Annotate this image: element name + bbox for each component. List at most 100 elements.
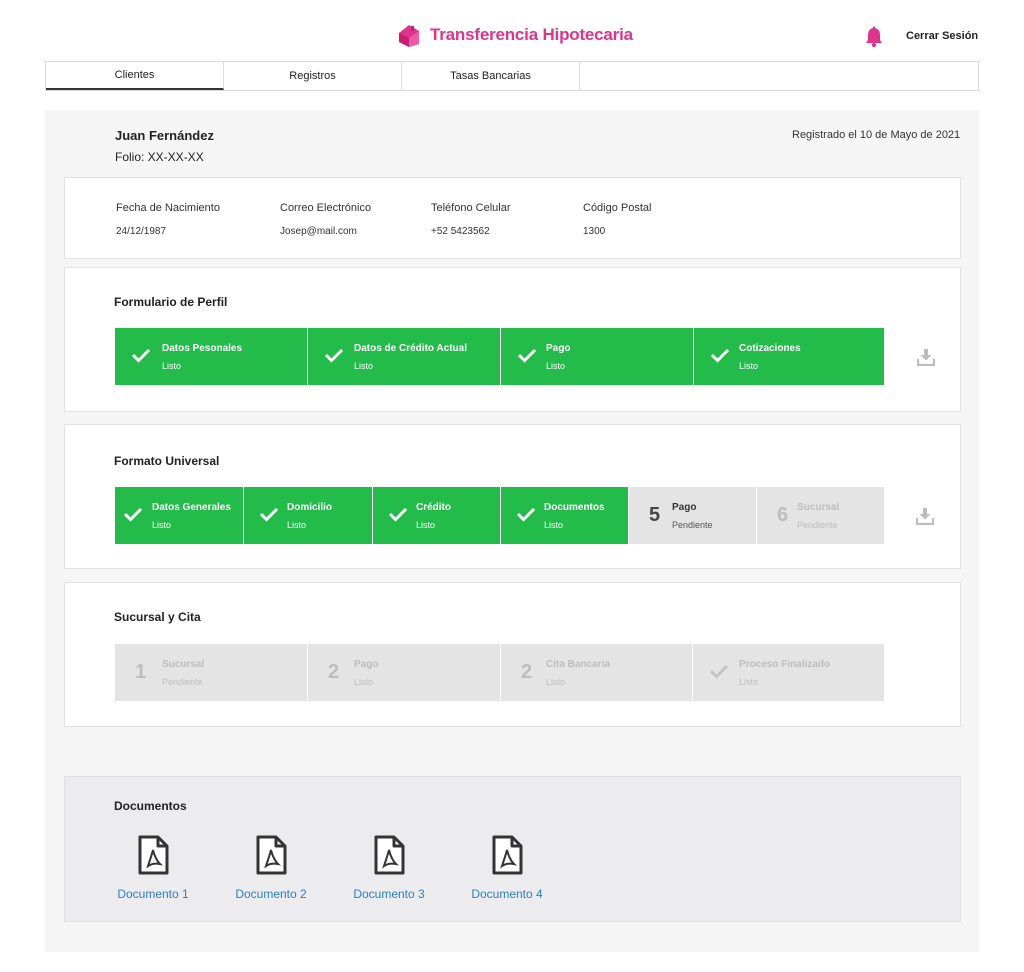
- download-icon[interactable]: [916, 507, 934, 525]
- info-label: Código Postal: [583, 202, 652, 214]
- universal-step-documentos[interactable]: Documentos Listo: [500, 487, 628, 544]
- main-tabs: Clientes Registros Tasas Bancarias: [45, 61, 979, 91]
- perfil-steps: Datos Pesonales Listo Datos de Crédito A…: [115, 328, 884, 385]
- registration-date: Registrado el 10 de Mayo de 2021: [792, 129, 961, 141]
- cita-title: Sucursal y Cita: [114, 610, 201, 624]
- perfil-title: Formulario de Perfil: [114, 295, 228, 309]
- document-link[interactable]: Documento 3: [349, 887, 429, 901]
- step-status: Listo: [416, 520, 436, 530]
- check-icon: [388, 507, 408, 522]
- info-birthdate: Fecha de Nacimiento 24/12/1987: [116, 202, 220, 237]
- app-header: Transferencia Hipotecaria Cerrar Sesión: [0, 0, 1024, 62]
- check-icon: [709, 664, 729, 679]
- pdf-file-icon: [256, 835, 287, 875]
- universal-title: Formato Universal: [114, 454, 220, 468]
- step-title: Proceso Finalizado: [739, 659, 831, 670]
- cita-step-sucursal[interactable]: 1 Sucursal Pendiente: [115, 644, 307, 701]
- step-status: Listo: [354, 361, 374, 371]
- perfil-step-datos-credito[interactable]: Datos de Crédito Actual Listo: [307, 328, 500, 385]
- universal-step-domicilio[interactable]: Domicilio Listo: [243, 487, 372, 544]
- client-folio: Folio: XX-XX-XX: [115, 150, 204, 164]
- step-title: Crédito: [416, 502, 451, 513]
- step-title: Datos de Crédito Actual: [354, 343, 467, 354]
- cita-step-pago[interactable]: 2 Pago Listo: [307, 644, 500, 701]
- download-icon[interactable]: [917, 348, 935, 366]
- info-label: Teléfono Celular: [431, 202, 511, 214]
- step-status: Pendiente: [797, 520, 838, 530]
- step-title: Datos Pesonales: [162, 343, 243, 354]
- step-status: Listo: [354, 677, 374, 687]
- step-title: Datos Generales: [152, 502, 231, 513]
- step-number: 2: [328, 661, 340, 683]
- step-status: Listo: [162, 361, 182, 371]
- universal-steps: Datos Generales Listo Domicilio Listo Cr…: [115, 487, 884, 544]
- tab-registros[interactable]: Registros: [224, 62, 402, 90]
- universal-step-sucursal[interactable]: 6 Sucursal Pendiente: [756, 487, 884, 544]
- document-item[interactable]: Documento 4: [467, 835, 547, 901]
- pdf-file-icon: [492, 835, 523, 875]
- client-info-card: Fecha de Nacimiento 24/12/1987 Correo El…: [64, 177, 961, 259]
- perfil-step-pago[interactable]: Pago Listo: [500, 328, 693, 385]
- info-value: Josep@mail.com: [280, 226, 357, 237]
- step-number: 2: [521, 661, 533, 683]
- perfil-step-datos-personales[interactable]: Datos Pesonales Listo: [115, 328, 307, 385]
- step-status: Pendiente: [162, 677, 203, 687]
- universal-step-pago[interactable]: 5 Pago Pendiente: [628, 487, 756, 544]
- document-item[interactable]: Documento 2: [231, 835, 311, 901]
- house-icon: [399, 25, 419, 47]
- step-number: 5: [649, 504, 661, 526]
- check-icon: [516, 507, 536, 522]
- perfil-step-cotizaciones[interactable]: Cotizaciones Listo: [693, 328, 884, 385]
- step-status: Listo: [739, 677, 759, 687]
- info-value: 1300: [583, 226, 606, 237]
- app-logo[interactable]: Transferencia Hipotecaria: [396, 22, 633, 48]
- info-label: Correo Electrónico: [280, 202, 372, 214]
- info-email: Correo Electrónico Josep@mail.com: [280, 202, 371, 237]
- step-title: Sucursal: [162, 659, 205, 670]
- pdf-file-icon: [374, 835, 405, 875]
- document-link[interactable]: Documento 4: [467, 887, 547, 901]
- info-value: 24/12/1987: [116, 226, 167, 237]
- cita-steps: 1 Sucursal Pendiente 2 Pago Listo 2 Cita…: [115, 644, 884, 701]
- documents-panel: Documentos Documento 1 Documento 2 Docum…: [64, 776, 961, 922]
- tab-clientes[interactable]: Clientes: [46, 62, 224, 90]
- step-title: Pago: [354, 659, 379, 670]
- document-link[interactable]: Documento 2: [231, 887, 311, 901]
- document-item[interactable]: Documento 3: [349, 835, 429, 901]
- document-link[interactable]: Documento 1: [113, 887, 193, 901]
- info-phone: Teléfono Celular +52 5423562: [431, 202, 511, 237]
- step-title: Pago: [672, 502, 697, 513]
- check-icon: [259, 507, 279, 522]
- step-status: Listo: [546, 361, 566, 371]
- cita-step-proceso-finalizado[interactable]: Proceso Finalizado Listo: [692, 644, 884, 701]
- check-icon: [123, 507, 143, 522]
- pdf-file-icon: [138, 835, 169, 875]
- tab-tasas-bancarias[interactable]: Tasas Bancarias: [402, 62, 580, 90]
- step-status: Pendiente: [672, 520, 713, 530]
- document-item[interactable]: Documento 1: [113, 835, 193, 901]
- documents-title: Documentos: [114, 799, 187, 813]
- universal-step-datos-generales[interactable]: Datos Generales Listo: [115, 487, 243, 544]
- logout-button[interactable]: Cerrar Sesión: [906, 30, 978, 42]
- check-icon: [131, 348, 151, 363]
- client-name: Juan Fernández: [115, 128, 214, 143]
- bell-icon[interactable]: [864, 26, 884, 48]
- step-status: Listo: [544, 520, 564, 530]
- cita-card: Sucursal y Cita 1 Sucursal Pendiente 2 P…: [64, 582, 961, 727]
- cita-step-cita-bancaria[interactable]: 2 Cita Bancaria Listo: [500, 644, 692, 701]
- info-postal-code: Código Postal 1300: [583, 202, 652, 237]
- step-status: Listo: [287, 520, 307, 530]
- step-title: Cita Bancaria: [546, 659, 610, 670]
- universal-card: Formato Universal Datos Generales Listo …: [64, 424, 961, 569]
- tab-spacer: [580, 62, 978, 90]
- check-icon: [517, 348, 537, 363]
- step-title: Domicilio: [287, 502, 333, 513]
- step-status: Listo: [546, 677, 566, 687]
- step-number: 6: [777, 504, 789, 526]
- step-title: Pago: [546, 343, 571, 354]
- universal-step-credito[interactable]: Crédito Listo: [372, 487, 500, 544]
- step-status: Listo: [152, 520, 172, 530]
- step-title: Cotizaciones: [739, 343, 801, 354]
- perfil-card: Formulario de Perfil Datos Pesonales Lis…: [64, 267, 961, 412]
- check-icon: [710, 348, 730, 363]
